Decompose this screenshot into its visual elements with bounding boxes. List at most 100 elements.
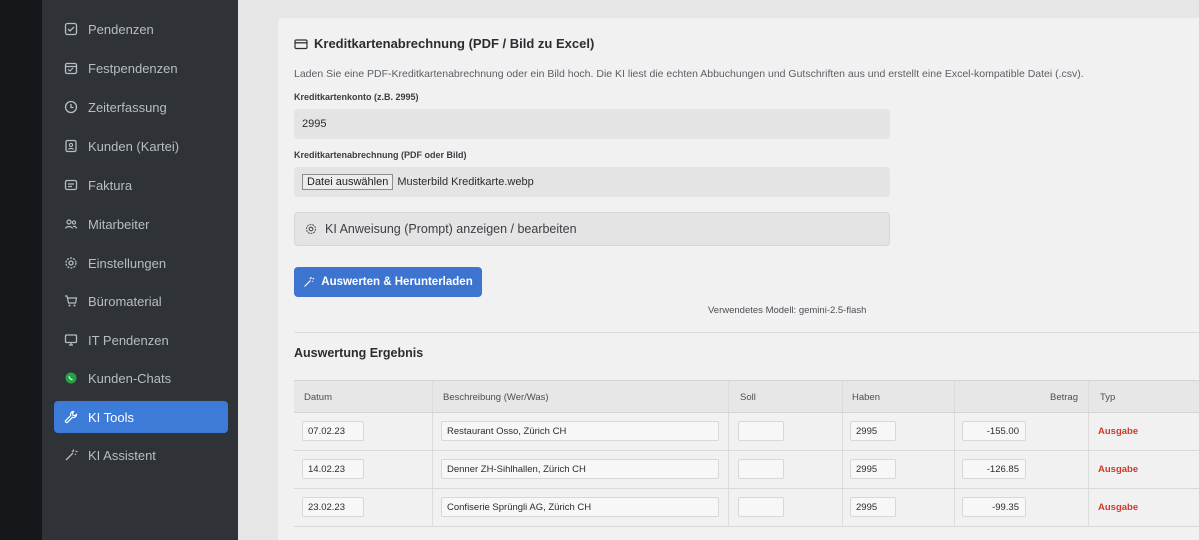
address-card-icon <box>64 139 78 153</box>
credit-card-icon <box>294 37 308 51</box>
result-table: Datum Beschreibung (Wer/Was) Soll Haben … <box>294 380 1199 527</box>
magic-icon <box>303 276 315 288</box>
file-name: Musterbild Kreditkarte.webp <box>397 176 534 188</box>
column-divider <box>728 381 729 412</box>
column-divider <box>1088 489 1089 526</box>
table-row: 14.02.23 Denner ZH-Sihlhallen, Zürich CH… <box>294 451 1199 489</box>
header-datum: Datum <box>304 392 332 403</box>
main-content: Kreditkartenabrechnung (PDF / Bild zu Ex… <box>238 0 1199 540</box>
sidebar-item-kunden[interactable]: Kunden (Kartei) <box>54 130 228 162</box>
magic-icon <box>64 448 78 462</box>
header-betrag: Betrag <box>1050 392 1078 403</box>
header-soll: Soll <box>740 392 756 403</box>
sidebar: Pendenzen Festpendenzen Zeiterfassung Ku… <box>42 0 238 540</box>
wrench-icon <box>64 410 78 424</box>
gear-icon <box>64 256 78 270</box>
sidebar-item-mitarbeiter[interactable]: Mitarbeiter <box>54 208 228 240</box>
soll-cell[interactable] <box>738 497 784 517</box>
column-divider <box>842 381 843 412</box>
column-divider <box>728 489 729 526</box>
sidebar-item-pendenzen[interactable]: Pendenzen <box>54 13 228 45</box>
soll-cell[interactable] <box>738 459 784 479</box>
account-input[interactable]: 2995 <box>294 109 890 139</box>
sidebar-item-festpendenzen[interactable]: Festpendenzen <box>54 52 228 84</box>
column-divider <box>1088 381 1089 412</box>
table-row: 07.02.23 Restaurant Osso, Zürich CH 2995… <box>294 413 1199 451</box>
clock-icon <box>64 100 78 114</box>
betrag-cell[interactable]: -126.85 <box>962 459 1026 479</box>
sidebar-item-ki-assistent[interactable]: KI Assistent <box>54 439 228 471</box>
header-haben: Haben <box>852 392 880 403</box>
haben-cell[interactable]: 2995 <box>850 497 896 517</box>
datum-cell[interactable]: 23.02.23 <box>302 497 364 517</box>
whatsapp-icon <box>64 371 78 385</box>
column-divider <box>954 413 955 450</box>
datum-cell[interactable]: 14.02.23 <box>302 459 364 479</box>
header-typ: Typ <box>1100 392 1116 403</box>
sidebar-item-label: KI Tools <box>88 409 135 425</box>
beschreibung-cell[interactable]: Confiserie Sprüngli AG, Zürich CH <box>441 497 719 517</box>
column-divider <box>842 489 843 526</box>
page-title: Kreditkartenabrechnung (PDF / Bild zu Ex… <box>294 36 594 51</box>
gear-icon <box>305 223 317 235</box>
beschreibung-cell[interactable]: Denner ZH-Sihlhallen, Zürich CH <box>441 459 719 479</box>
table-row: 23.02.23 Confiserie Sprüngli AG, Zürich … <box>294 489 1199 527</box>
account-label: Kreditkartenkonto (z.B. 2995) <box>294 92 419 102</box>
file-input[interactable]: Datei auswählen Musterbild Kreditkarte.w… <box>294 167 890 197</box>
sidebar-item-kunden-chats[interactable]: Kunden-Chats <box>54 362 228 394</box>
column-divider <box>432 413 433 450</box>
file-label: Kreditkartenabrechnung (PDF oder Bild) <box>294 150 467 160</box>
sidebar-item-label: IT Pendenzen <box>88 332 169 348</box>
converter-card: Kreditkartenabrechnung (PDF / Bild zu Ex… <box>278 18 1199 540</box>
sidebar-item-it-pendenzen[interactable]: IT Pendenzen <box>54 324 228 356</box>
prompt-toggle-label: KI Anweisung (Prompt) anzeigen / bearbei… <box>325 222 577 236</box>
betrag-cell[interactable]: -155.00 <box>962 421 1026 441</box>
sidebar-item-label: Faktura <box>88 177 133 193</box>
typ-cell: Ausgabe <box>1098 464 1139 475</box>
column-divider <box>728 413 729 450</box>
datum-cell[interactable]: 07.02.23 <box>302 421 364 441</box>
column-divider <box>1088 413 1089 450</box>
sidebar-item-ki-tools[interactable]: KI Tools <box>54 401 228 433</box>
checkbox-icon <box>64 22 78 36</box>
column-divider <box>954 381 955 412</box>
evaluate-download-button[interactable]: Auswerten & Herunterladen <box>294 267 482 297</box>
result-heading: Auswertung Ergebnis <box>294 346 424 360</box>
sidebar-item-label: KI Assistent <box>88 447 156 463</box>
model-info: Verwendetes Modell: gemini-2.5-flash <box>708 305 867 316</box>
column-divider <box>842 451 843 488</box>
column-divider <box>842 413 843 450</box>
sidebar-item-label: Mitarbeiter <box>88 216 150 232</box>
beschreibung-cell[interactable]: Restaurant Osso, Zürich CH <box>441 421 719 441</box>
haben-cell[interactable]: 2995 <box>850 421 896 441</box>
typ-cell: Ausgabe <box>1098 502 1139 513</box>
prompt-toggle[interactable]: KI Anweisung (Prompt) anzeigen / bearbei… <box>294 212 890 246</box>
sidebar-item-label: Pendenzen <box>88 21 154 37</box>
haben-cell[interactable]: 2995 <box>850 459 896 479</box>
column-divider <box>432 451 433 488</box>
sidebar-item-label: Einstellungen <box>88 255 167 271</box>
column-divider <box>1088 451 1089 488</box>
soll-cell[interactable] <box>738 421 784 441</box>
choose-file-button[interactable]: Datei auswählen <box>302 174 394 190</box>
sidebar-item-bueromaterial[interactable]: Büromaterial <box>54 285 228 317</box>
description-text: Laden Sie eine PDF-Kreditkartenabrechnun… <box>294 68 1084 80</box>
sidebar-item-einstellungen[interactable]: Einstellungen <box>54 247 228 279</box>
header-beschreibung: Beschreibung (Wer/Was) <box>443 392 549 403</box>
sidebar-item-zeiterfassung[interactable]: Zeiterfassung <box>54 91 228 123</box>
column-divider <box>432 489 433 526</box>
sidebar-item-label: Festpendenzen <box>88 60 178 76</box>
sidebar-item-label: Zeiterfassung <box>88 99 167 115</box>
betrag-cell[interactable]: -99.35 <box>962 497 1026 517</box>
monitor-icon <box>64 333 78 347</box>
divider <box>294 332 1199 333</box>
sidebar-item-faktura[interactable]: Faktura <box>54 169 228 201</box>
screen-bezel <box>0 0 42 540</box>
column-divider <box>954 489 955 526</box>
users-icon <box>64 217 78 231</box>
evaluate-download-label: Auswerten & Herunterladen <box>321 276 473 288</box>
title-text: Kreditkartenabrechnung (PDF / Bild zu Ex… <box>314 36 595 51</box>
invoice-icon <box>64 178 78 192</box>
column-divider <box>728 451 729 488</box>
table-header: Datum Beschreibung (Wer/Was) Soll Haben … <box>294 381 1199 413</box>
